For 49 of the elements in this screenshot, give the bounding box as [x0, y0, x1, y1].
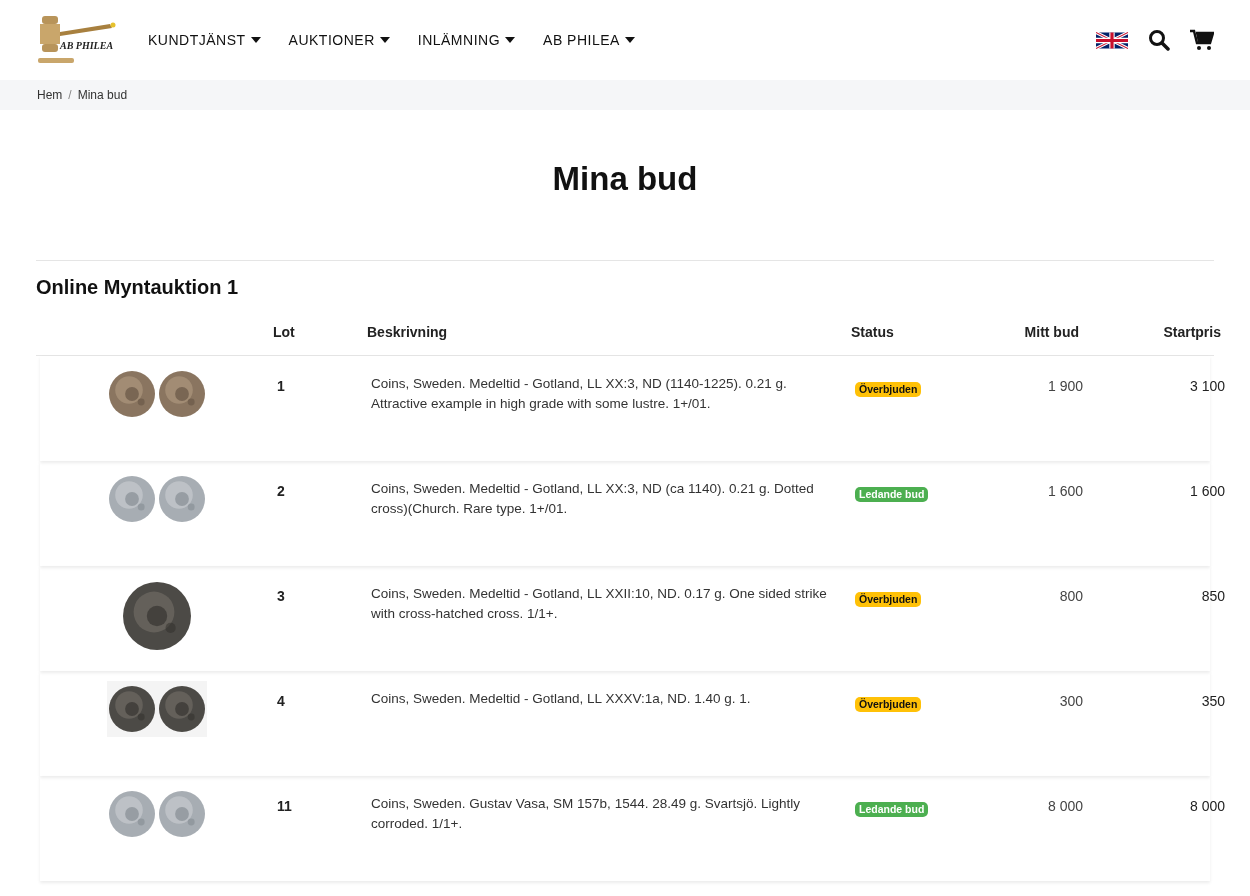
my-bid: 300: [1058, 691, 1083, 711]
lot-description: Coins, Sweden. Medeltid - Gotland, LL XX:3, ND (ca 1140). 0.21 g. Dotted cross)(Church. Rare type. 1+/01.: [371, 479, 815, 518]
lot-description: Coins, Sweden. Medeltid - Gotland, LL XXII:10, ND. 0.17 g. One sided strike with cross-hatched cross. 1/1+.: [371, 584, 828, 623]
breadcrumb-separator: /: [68, 87, 72, 104]
section-title: Online Myntauktion 1: [36, 274, 240, 300]
column-header: Status: [851, 322, 895, 342]
column-header: Lot: [273, 322, 296, 342]
start-price: 1 600: [1188, 481, 1225, 501]
lot-description: Coins, Sweden. Medeltid - Gotland, LL XXXV:1a, ND. 1.40 g. 1.: [371, 689, 752, 708]
status-badge: Överbjuden: [855, 591, 922, 607]
lot-number: 11: [277, 796, 293, 816]
breadcrumb-link[interactable]: Mina bud: [77, 86, 128, 104]
column-header: Mitt bud: [1023, 322, 1079, 342]
my-bid: 1 600: [1046, 481, 1083, 501]
lot-number: 3: [277, 586, 286, 606]
status-badge: Ledande bud: [855, 486, 929, 502]
nav-menu[interactable]: AB PHILEA: [543, 29, 635, 51]
lot-description: Coins, Sweden. Medeltid - Gotland, LL XX:3, ND (1140-1225). 0.21 g. Attractive example in high grade with some lustre. 1+/01.: [371, 374, 788, 413]
status-badge: Överbjuden: [855, 381, 922, 397]
lot-number: 2: [277, 481, 286, 501]
caret-icon: [624, 37, 635, 43]
my-bid: 1 900: [1046, 376, 1083, 396]
cart-icon[interactable]: [1190, 29, 1214, 51]
start-price: 3 100: [1188, 376, 1225, 396]
nav-menu[interactable]: INLÄMNING: [417, 29, 516, 51]
my-bid: 800: [1058, 586, 1083, 606]
nav-menu[interactable]: AUKTIONER: [288, 29, 390, 51]
start-price: 350: [1200, 691, 1225, 711]
status-badge: Ledande bud: [855, 801, 929, 817]
uk-flag-icon[interactable]: [1096, 31, 1128, 49]
caret-icon: [379, 37, 390, 43]
lot-description: Coins, Sweden. Gustav Vasa, SM 157b, 1544. 28.49 g. Svartsjö. Lightly corroded. 1/1+.: [371, 794, 801, 833]
start-price: 8 000: [1188, 796, 1225, 816]
start-price: 850: [1200, 586, 1225, 606]
gavel-icon: [36, 14, 118, 66]
search-icon[interactable]: [1148, 29, 1170, 51]
column-header: Beskrivning: [367, 322, 449, 342]
lot-number: 1: [277, 376, 286, 396]
logo-text: AB PHILEA: [60, 39, 114, 53]
logo[interactable]: AB PHILEA: [36, 14, 118, 66]
status-badge: Överbjuden: [855, 696, 922, 712]
breadcrumb-link[interactable]: Hem: [37, 86, 63, 104]
lot-number: 4: [277, 691, 286, 711]
caret-icon: [250, 37, 261, 43]
nav-menu[interactable]: KUNDTJÄNST: [148, 29, 261, 51]
my-bid: 8 000: [1046, 796, 1083, 816]
caret-icon: [505, 37, 516, 43]
page-title: Mina bud: [551, 159, 699, 199]
column-header: Startpris: [1162, 322, 1221, 342]
